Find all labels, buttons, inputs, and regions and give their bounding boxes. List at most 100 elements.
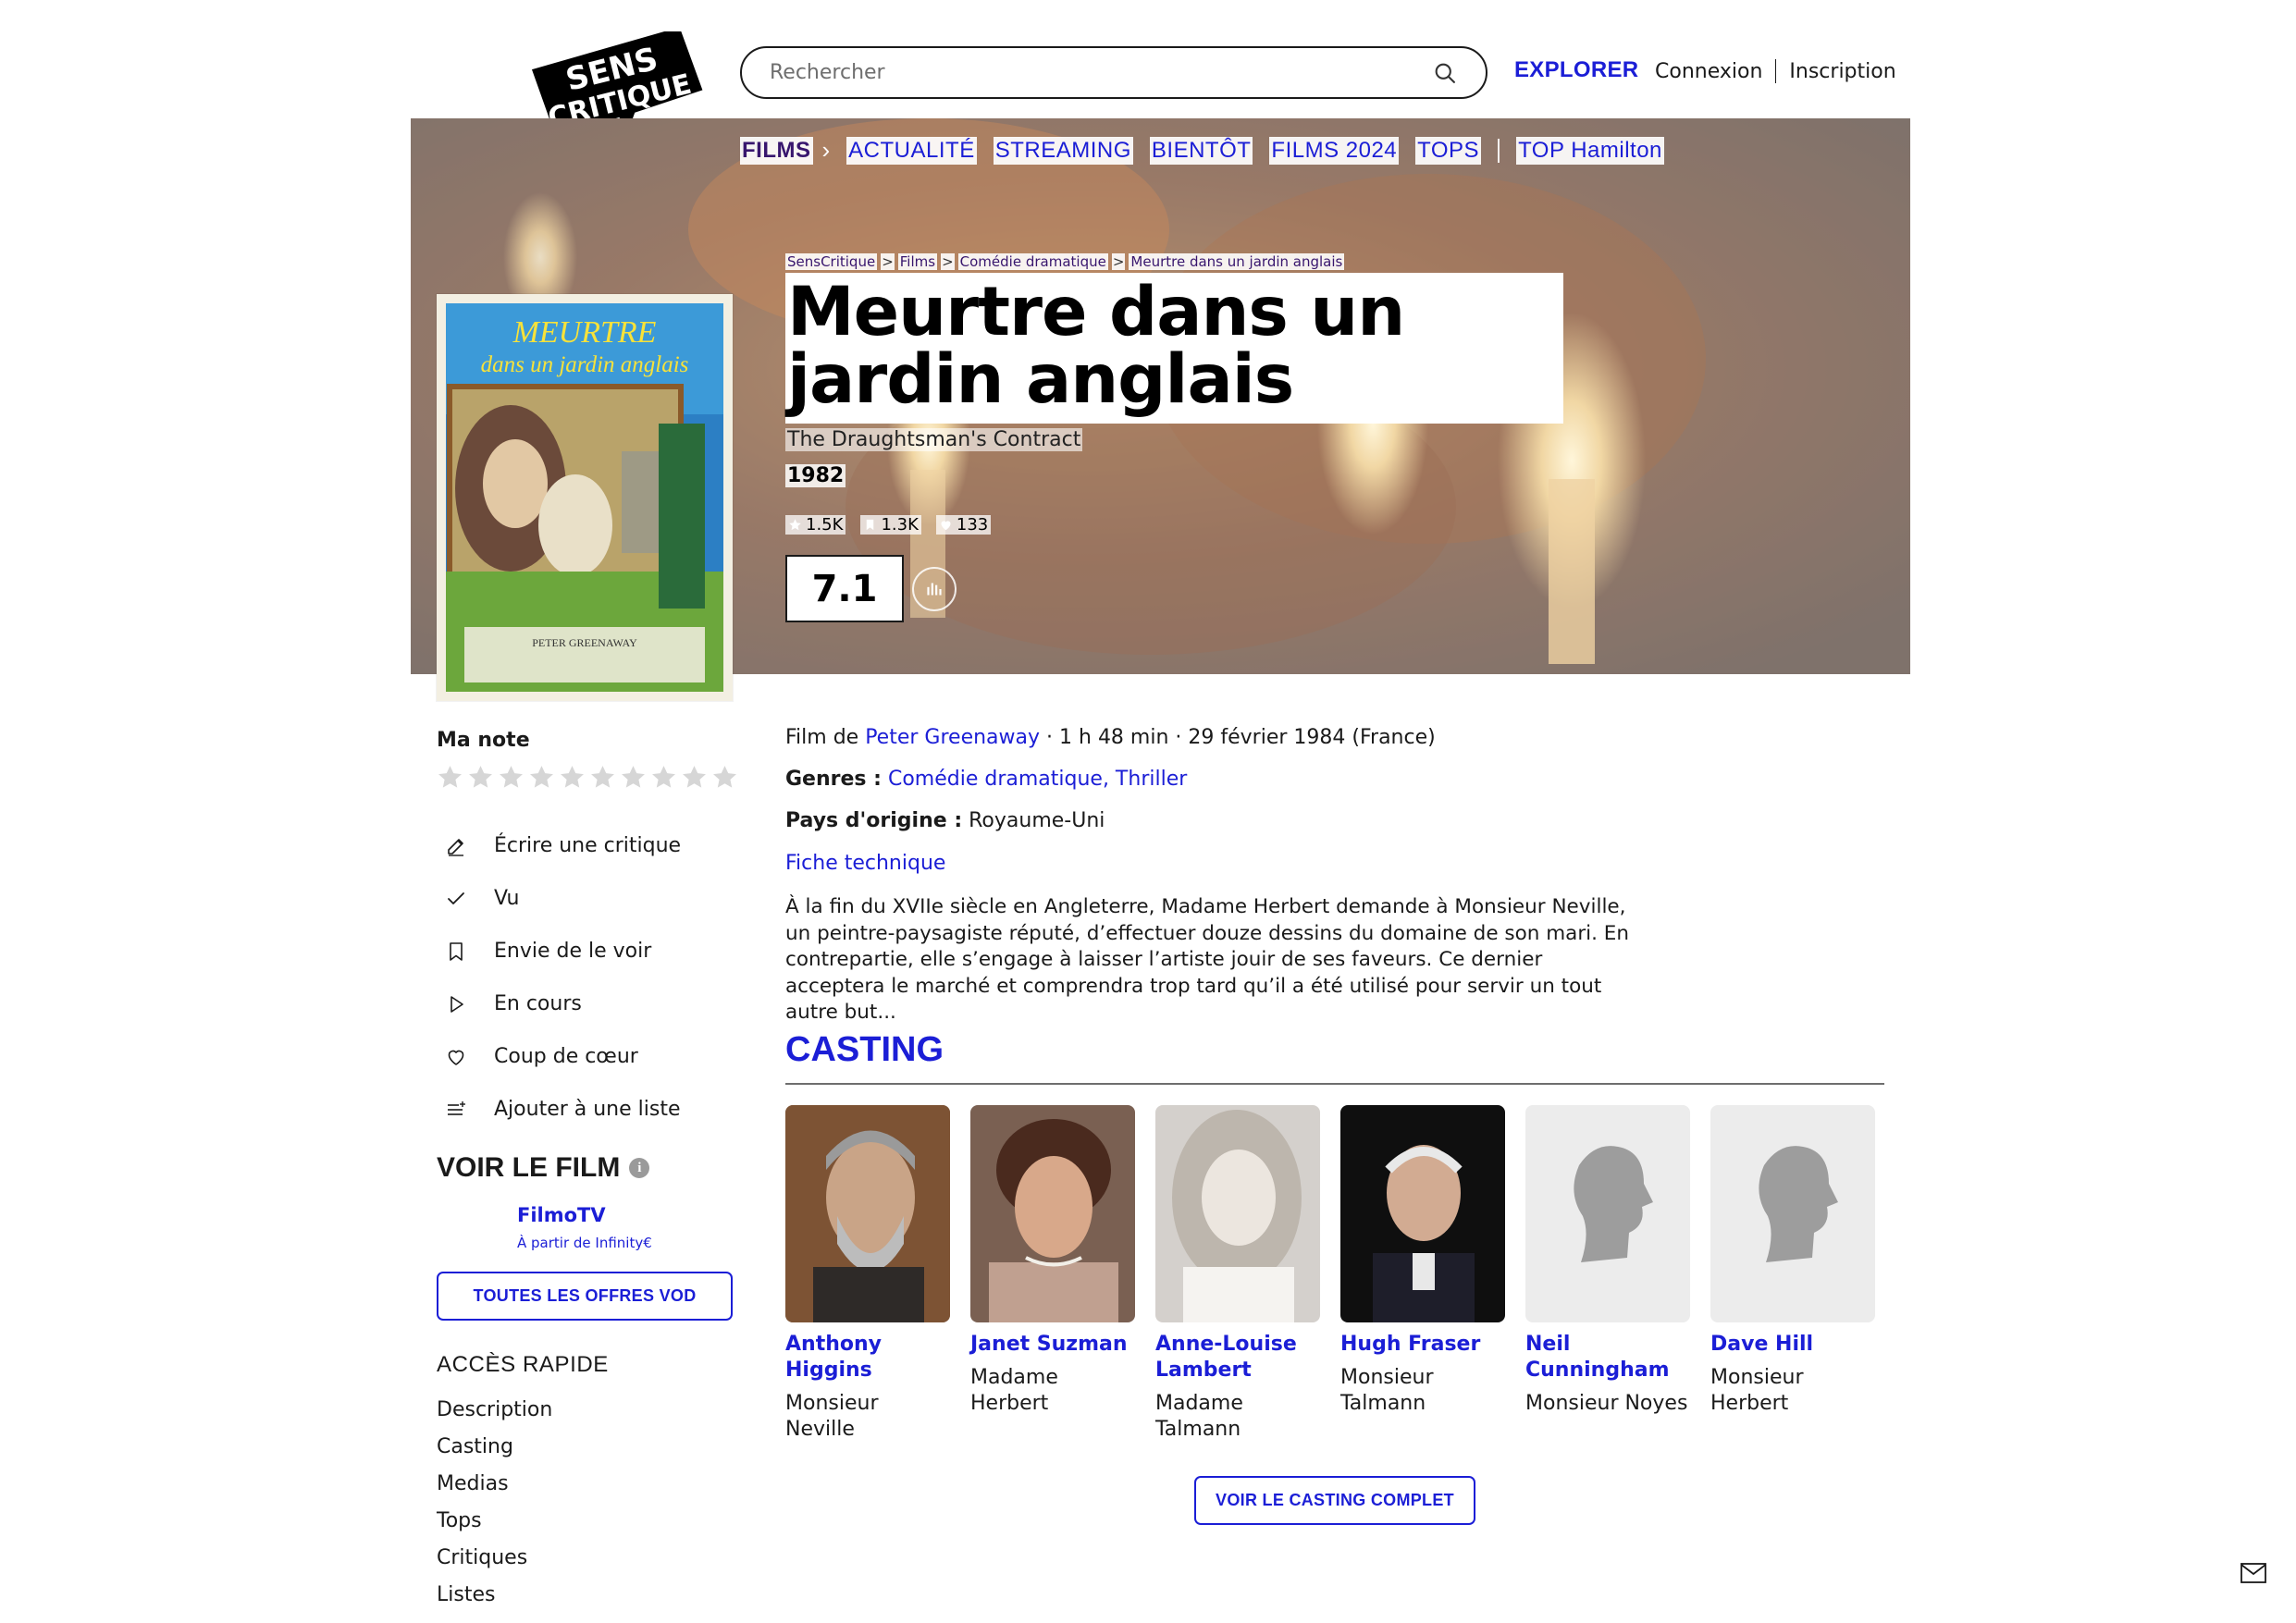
star-icon[interactable]: [437, 764, 463, 791]
info-icon[interactable]: i: [629, 1158, 650, 1178]
play-icon: [451, 995, 463, 1013]
cast-name[interactable]: Janet Suzman: [970, 1332, 1135, 1358]
quick-link-casting[interactable]: Casting: [437, 1429, 552, 1466]
tech-sheet-link[interactable]: Fiche technique: [785, 852, 945, 875]
quick-access-title: ACCÈS RAPIDE: [437, 1352, 609, 1377]
movie-poster[interactable]: MEURTRE dans un jardin anglais PETER GRE…: [437, 294, 733, 701]
chevron-right-icon: ›: [821, 136, 831, 164]
write-review-action[interactable]: Écrire une critique: [442, 819, 681, 872]
star-icon[interactable]: [498, 764, 525, 791]
star-icon: [789, 519, 801, 531]
pencil-icon: [448, 838, 463, 856]
search-input[interactable]: [770, 61, 1432, 84]
my-rating-label: Ma note: [437, 729, 530, 752]
nav-films[interactable]: FILMS: [740, 136, 813, 165]
star-icon[interactable]: [559, 764, 586, 791]
breadcrumb-current: Meurtre dans un jardin anglais: [1129, 253, 1345, 270]
seen-label: Vu: [494, 887, 520, 910]
genres-links[interactable]: Comédie dramatique, Thriller: [888, 768, 1187, 791]
cast-card[interactable]: Anthony Higgins Monsieur Neville: [785, 1105, 950, 1443]
mail-icon[interactable]: [2240, 1563, 2266, 1583]
star-icon[interactable]: [711, 764, 738, 791]
add-to-list-label: Ajouter à une liste: [494, 1098, 681, 1121]
favorite-action[interactable]: Coup de cœur: [442, 1030, 681, 1083]
star-icon[interactable]: [528, 764, 555, 791]
cast-photo-placeholder[interactable]: [1710, 1105, 1875, 1322]
cast-name[interactable]: Hugh Fraser: [1340, 1332, 1505, 1358]
director-link[interactable]: Peter Greenaway: [865, 726, 1040, 749]
svg-text:dans un jardin anglais: dans un jardin anglais: [481, 352, 689, 377]
search-bar[interactable]: [740, 46, 1487, 99]
breadcrumb: SensCritique > Films > Comédie dramatiqu…: [785, 253, 1345, 270]
cast-card[interactable]: Janet Suzman Madame Herbert: [970, 1105, 1135, 1417]
star-icon[interactable]: [467, 764, 494, 791]
nav-bientot[interactable]: BIENTÔT: [1149, 136, 1253, 165]
cast-name[interactable]: Dave Hill: [1710, 1332, 1875, 1358]
favorites-count-value: 133: [956, 515, 989, 535]
cast-photo[interactable]: [785, 1105, 950, 1322]
all-vod-offers-button[interactable]: TOUTES LES OFFRES VOD: [437, 1272, 733, 1321]
country-line: Pays d'origine : Royaume-Uni: [785, 809, 1105, 832]
bookmark-icon: [450, 941, 463, 961]
check-icon: [448, 891, 464, 904]
cast-card[interactable]: Dave Hill Monsieur Herbert: [1710, 1105, 1875, 1417]
cast-role: Monsieur Noyes: [1525, 1392, 1688, 1415]
rating-stars[interactable]: [437, 764, 738, 791]
cast-photo[interactable]: [1155, 1105, 1320, 1322]
cast-photo-placeholder[interactable]: [1525, 1105, 1690, 1322]
star-icon[interactable]: [589, 764, 616, 791]
title-box: Meurtre dans un jardin anglais: [785, 273, 1563, 424]
nav-streaming[interactable]: STREAMING: [993, 136, 1133, 165]
vod-provider-link[interactable]: FilmoTV: [517, 1204, 606, 1226]
ratings-count-value: 1.5K: [806, 515, 844, 535]
favorites-count: 133: [935, 515, 992, 535]
cast-card[interactable]: Hugh Fraser Monsieur Talmann: [1340, 1105, 1505, 1417]
wishlist-action[interactable]: Envie de le voir: [442, 925, 681, 977]
rating-distribution-button[interactable]: [912, 567, 957, 611]
cast-card[interactable]: Anne-Louise Lambert Madame Talmann: [1155, 1105, 1320, 1443]
breadcrumb-genre[interactable]: Comédie dramatique: [957, 253, 1108, 270]
film-credits-line: Film de Peter Greenaway · 1 h 48 min · 2…: [785, 726, 1436, 749]
favorite-label: Coup de cœur: [494, 1045, 638, 1068]
in-progress-action[interactable]: En cours: [442, 977, 681, 1030]
quick-link-critiques[interactable]: Critiques: [437, 1540, 552, 1577]
casting-title: CASTING: [785, 1030, 944, 1069]
cast-name[interactable]: Anthony Higgins: [785, 1332, 950, 1383]
cast-card[interactable]: Neil Cunningham Monsieur Noyes: [1525, 1105, 1690, 1417]
star-icon[interactable]: [650, 764, 677, 791]
breadcrumb-separator: >: [941, 253, 955, 270]
nav-films-2024[interactable]: FILMS 2024: [1269, 136, 1400, 165]
wishlist-label: Envie de le voir: [494, 940, 652, 963]
cast-role: Monsieur Neville: [785, 1392, 879, 1441]
breadcrumb-films[interactable]: Films: [897, 253, 938, 270]
signup-link[interactable]: Inscription: [1789, 60, 1895, 83]
star-icon[interactable]: [620, 764, 647, 791]
login-link[interactable]: Connexion: [1655, 60, 1762, 83]
nav-top-hamilton[interactable]: TOP Hamilton: [1516, 136, 1664, 165]
cast-photo[interactable]: [970, 1105, 1135, 1322]
svg-text:PETER GREENAWAY: PETER GREENAWAY: [532, 636, 637, 649]
add-to-list-action[interactable]: Ajouter à une liste: [442, 1083, 681, 1136]
breadcrumb-senscritique[interactable]: SensCritique: [785, 253, 878, 270]
quick-link-medias[interactable]: Medias: [437, 1466, 552, 1503]
cast-role: Monsieur Talmann: [1340, 1366, 1434, 1415]
film-by-label: Film de: [785, 726, 859, 749]
quick-link-description[interactable]: Description: [437, 1392, 552, 1429]
cast-name[interactable]: Neil Cunningham: [1525, 1332, 1690, 1383]
synopsis: À la fin du XVIIe siècle en Angleterre, …: [785, 895, 1630, 1024]
seen-action[interactable]: Vu: [442, 872, 681, 925]
explorer-link[interactable]: EXPLORER: [1514, 57, 1638, 83]
cast-photo[interactable]: [1340, 1105, 1505, 1322]
quick-link-listes[interactable]: Listes: [437, 1577, 552, 1614]
section-nav: FILMS › ACTUALITÉ STREAMING BIENTÔT FILM…: [740, 136, 1664, 165]
heart-icon: [448, 1050, 464, 1065]
star-icon[interactable]: [681, 764, 708, 791]
search-icon[interactable]: [1432, 60, 1458, 86]
nav-actualite[interactable]: ACTUALITÉ: [846, 136, 977, 165]
nav-divider: [1498, 138, 1500, 163]
cast-name[interactable]: Anne-Louise Lambert: [1155, 1332, 1320, 1383]
quick-link-tops[interactable]: Tops: [437, 1503, 552, 1540]
page-title: Meurtre dans un jardin anglais: [787, 273, 1405, 419]
nav-tops[interactable]: TOPS: [1415, 136, 1482, 165]
full-casting-button[interactable]: VOIR LE CASTING COMPLET: [1194, 1476, 1475, 1525]
